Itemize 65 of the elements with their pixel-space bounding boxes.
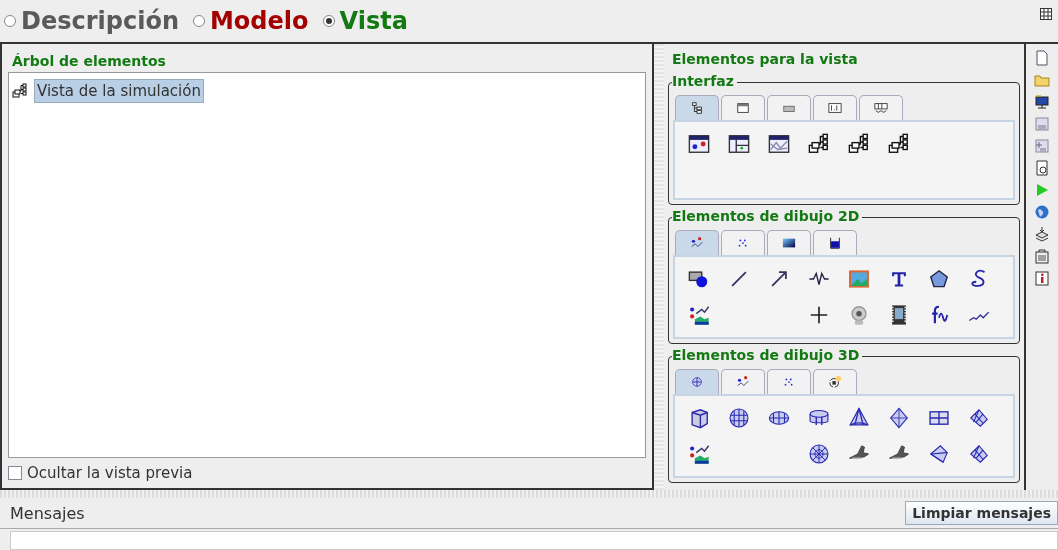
tree-icon[interactable] (888, 133, 910, 155)
mode-radio[interactable]: Modelo (193, 7, 309, 35)
tree-icon[interactable] (848, 133, 870, 155)
globe-icon[interactable] (1034, 204, 1050, 220)
page-icon[interactable] (1034, 160, 1050, 176)
tree-tab[interactable] (675, 95, 719, 120)
splitter-handle[interactable] (0, 490, 1058, 498)
table-icon (874, 101, 888, 115)
tree-icon (12, 83, 28, 99)
info-icon[interactable] (1034, 270, 1050, 286)
stack-icon[interactable] (1034, 226, 1050, 242)
panel-title: Elementos para la vista (671, 50, 859, 69)
surface-icon[interactable] (968, 407, 990, 429)
grid-icon[interactable] (1040, 8, 1052, 20)
tree-item[interactable]: Vista de la simulación (34, 79, 204, 103)
sphere-icon (690, 375, 704, 389)
window-icon (736, 101, 750, 115)
rotate-tab[interactable] (813, 369, 857, 394)
clipboard-icon[interactable] (1034, 248, 1050, 264)
cross-icon[interactable] (808, 304, 830, 326)
scene-icon[interactable] (688, 304, 710, 326)
diamond-icon[interactable] (888, 407, 910, 429)
clear-messages-button[interactable]: Limpiar mensajes (905, 501, 1058, 525)
hide-preview-checkbox[interactable]: Ocultar la vista previa (8, 458, 646, 488)
tree-icon[interactable] (808, 133, 830, 155)
dots-tab[interactable] (767, 369, 811, 394)
number-field-icon (828, 101, 842, 115)
polygon-icon[interactable] (928, 443, 950, 465)
scene-icon[interactable] (688, 443, 710, 465)
button-tab[interactable] (767, 95, 811, 120)
sphere-icon[interactable] (808, 443, 830, 465)
gradient-icon (782, 236, 796, 250)
group-title: Interfaz (672, 73, 737, 89)
window-tab[interactable] (721, 95, 765, 120)
scatter-tab[interactable] (721, 369, 765, 394)
webcam-icon[interactable] (848, 304, 870, 326)
dots-tab[interactable] (721, 230, 765, 255)
tank-tab[interactable] (813, 230, 857, 255)
sphere-icon[interactable] (728, 407, 750, 429)
table-tab[interactable] (859, 95, 903, 120)
mode-radio[interactable]: Descripción (4, 7, 179, 35)
tank-icon (828, 236, 842, 250)
cube-icon[interactable] (688, 407, 710, 429)
image-icon[interactable] (848, 268, 870, 290)
pentagon-icon[interactable] (928, 268, 950, 290)
chart-window-icon[interactable] (768, 133, 790, 155)
tree-icon (690, 101, 704, 115)
shape-icon[interactable] (688, 268, 710, 290)
cone-icon[interactable] (848, 407, 870, 429)
messages-title: Mensajes (10, 503, 85, 523)
group-title: Elementos de dibujo 2D (672, 208, 863, 224)
rotate-icon (828, 375, 842, 389)
number-field-tab[interactable] (813, 95, 857, 120)
surface-icon[interactable] (968, 443, 990, 465)
dialog-icon[interactable] (728, 133, 750, 155)
splitter-handle[interactable] (654, 44, 664, 490)
gradient-tab[interactable] (767, 230, 811, 255)
mode-radio[interactable]: Vista (322, 7, 408, 35)
panel-title: Árbol de elementos (11, 52, 167, 71)
monitor-icon[interactable] (1034, 94, 1050, 110)
window-icon[interactable] (688, 133, 710, 155)
scatter-icon (736, 375, 750, 389)
sphere-tab[interactable] (675, 369, 719, 394)
scatter-icon (690, 236, 704, 250)
group-title: Elementos de dibujo 3D (672, 347, 863, 363)
